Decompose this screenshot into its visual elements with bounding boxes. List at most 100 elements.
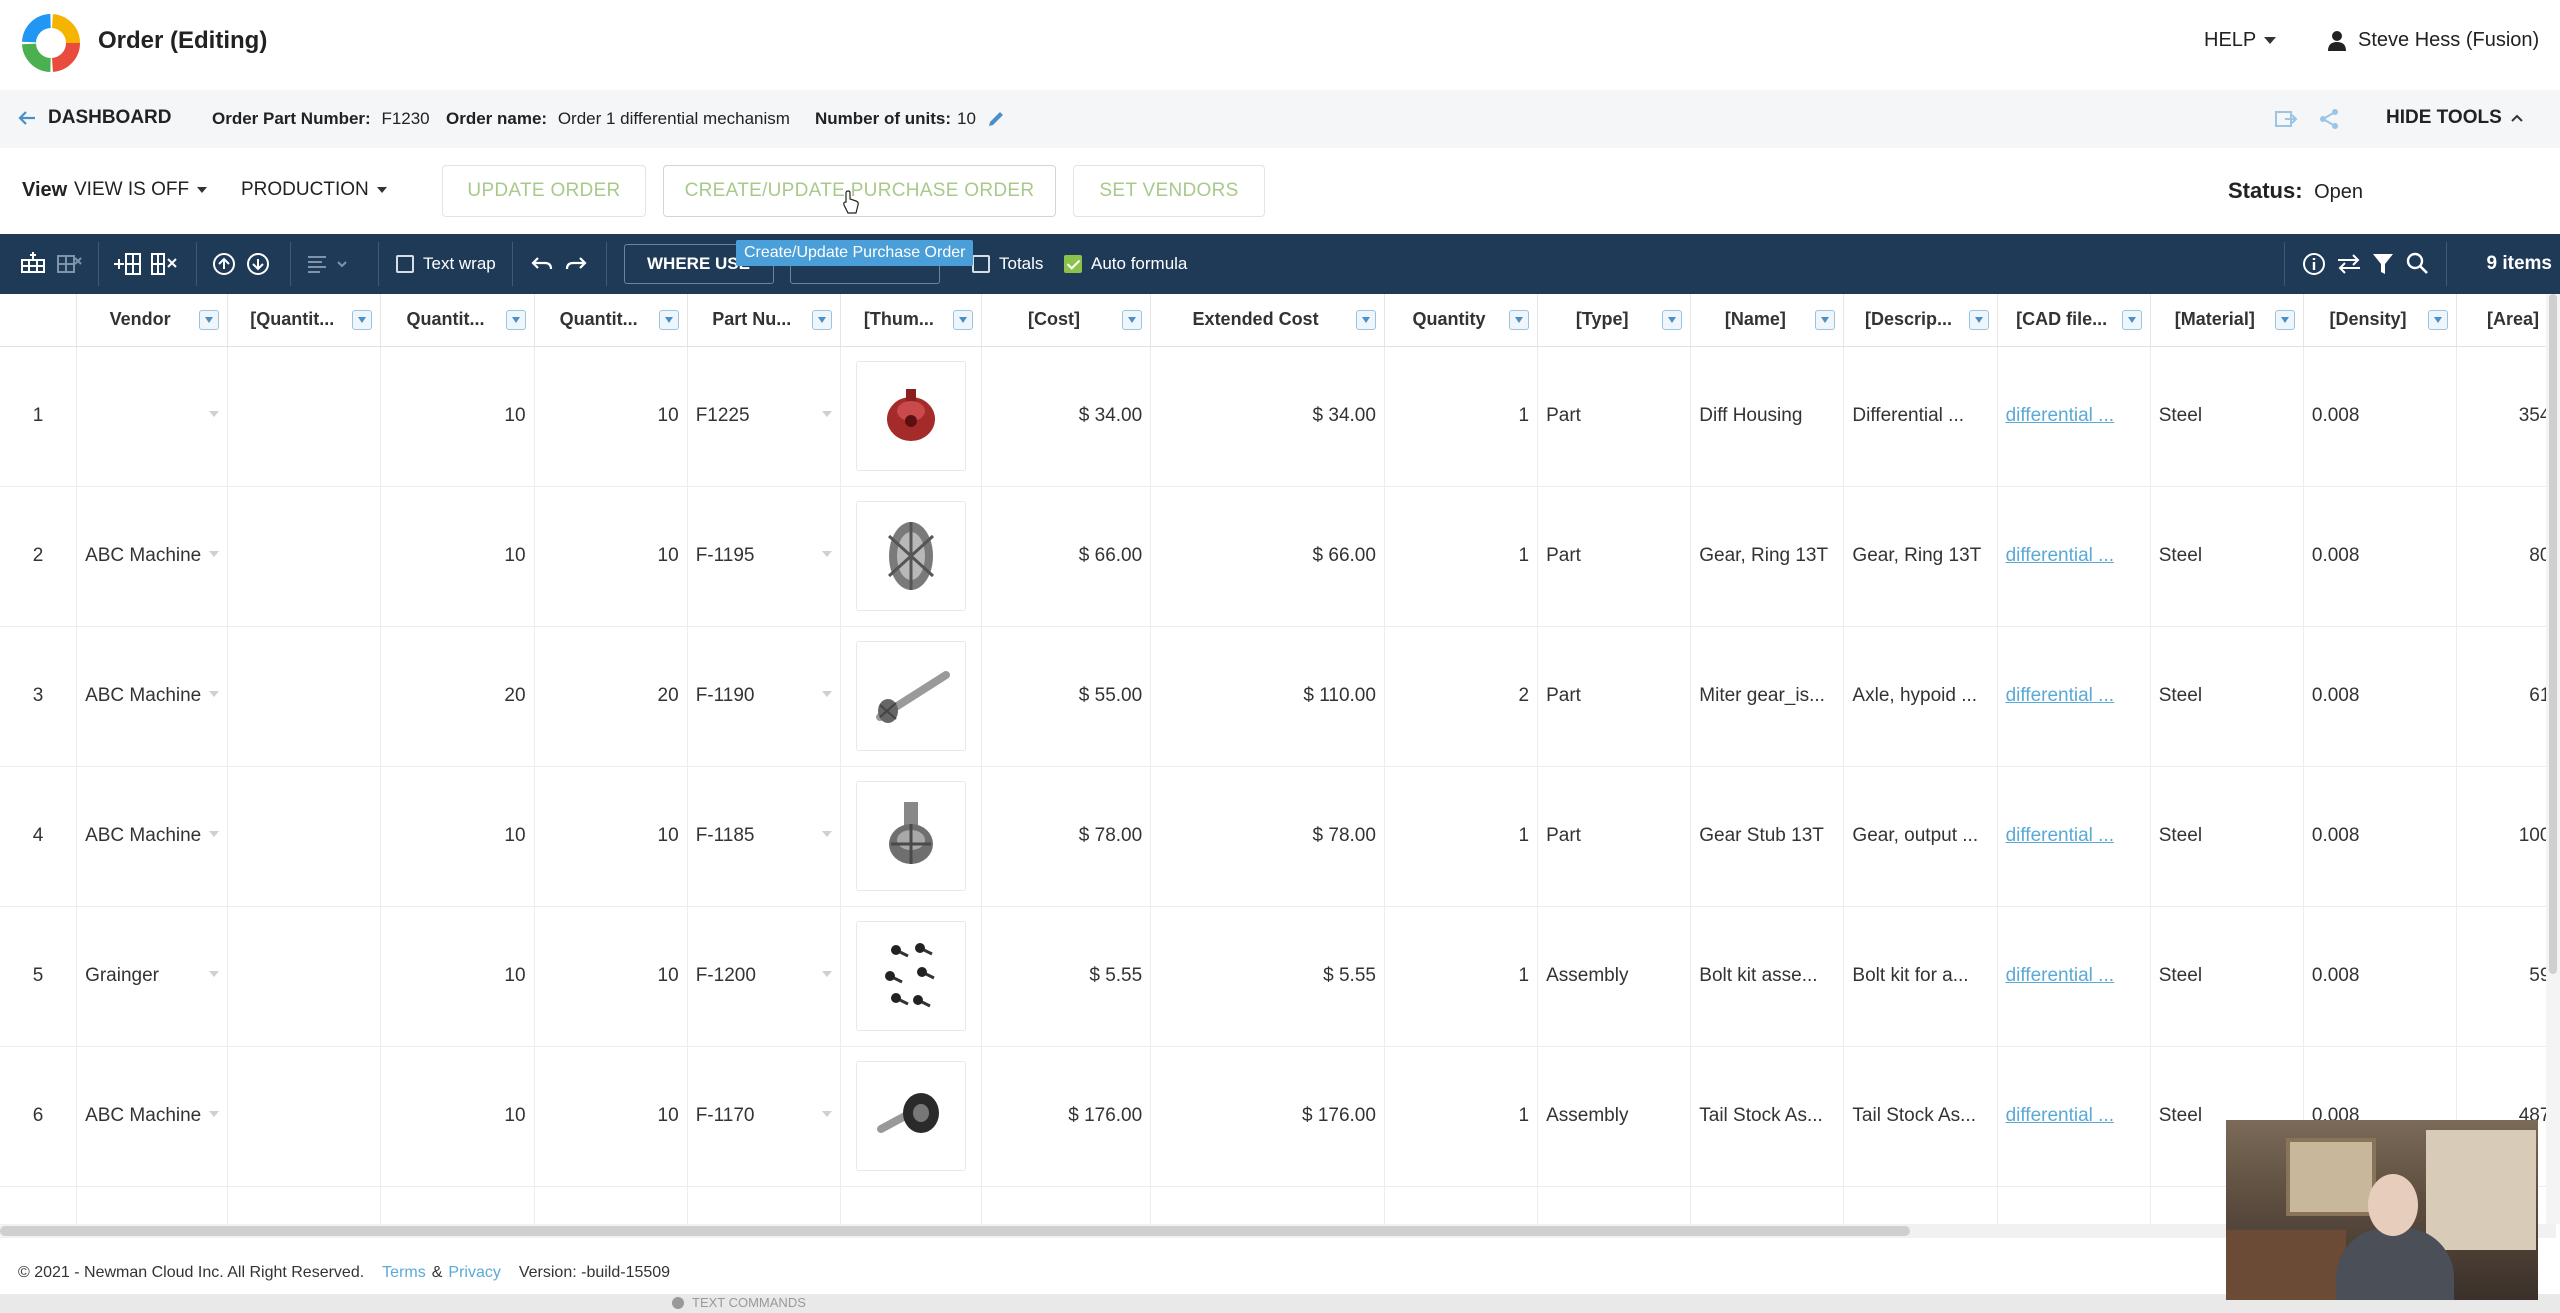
- move-up-icon[interactable]: [212, 252, 236, 276]
- quantity-cell[interactable]: 2: [1384, 626, 1539, 767]
- vendor-cell[interactable]: Grainger: [76, 906, 229, 1047]
- empty-cell[interactable]: [380, 1186, 535, 1224]
- quantity-cell[interactable]: 10: [534, 906, 688, 1047]
- table-row[interactable]: 6 ABC Machine 10 10 F-1170 $ 176.00 $ 176.00 1 A…: [0, 1046, 2556, 1187]
- cell-dropdown-icon[interactable]: [209, 690, 220, 697]
- filter-dropdown-icon[interactable]: [952, 310, 973, 330]
- set-vendors-button[interactable]: SET VENDORS: [1073, 165, 1265, 217]
- area-cell[interactable]: 1008: [2456, 766, 2556, 907]
- row-index[interactable]: 5: [0, 906, 78, 1047]
- area-cell[interactable]: 613: [2456, 626, 2556, 767]
- description-cell[interactable]: Differential ...: [1843, 346, 1998, 487]
- vendor-cell[interactable]: [76, 346, 229, 487]
- quantity-cell[interactable]: 1: [1384, 486, 1539, 627]
- cell-dropdown-icon[interactable]: [209, 410, 220, 417]
- part-number-cell[interactable]: F-1200: [687, 906, 841, 1047]
- name-cell[interactable]: Tail Stock As...: [1690, 1046, 1845, 1187]
- filter-dropdown-icon[interactable]: [2274, 310, 2295, 330]
- description-cell[interactable]: Gear, Ring 13T: [1843, 486, 1998, 627]
- column-header-thumbnail[interactable]: [Thum...: [840, 294, 982, 347]
- terms-link[interactable]: Terms: [382, 1264, 426, 1282]
- redo-icon[interactable]: [564, 254, 588, 274]
- vendor-cell[interactable]: ABC Machine: [76, 486, 229, 627]
- quantity-cell[interactable]: 10: [380, 766, 535, 907]
- empty-cell[interactable]: [840, 1186, 982, 1224]
- density-cell[interactable]: 0.008: [2303, 766, 2458, 907]
- description-cell[interactable]: Gear, output ...: [1843, 766, 1998, 907]
- filter-dropdown-icon[interactable]: [199, 310, 220, 330]
- row-index[interactable]: 6: [0, 1046, 78, 1187]
- type-cell[interactable]: Part: [1537, 346, 1692, 487]
- filter-dropdown-icon[interactable]: [352, 310, 373, 330]
- description-cell[interactable]: Tail Stock As...: [1843, 1046, 1998, 1187]
- vendor-cell[interactable]: ABC Machine: [76, 1046, 229, 1187]
- cell-dropdown-icon[interactable]: [821, 1110, 832, 1117]
- cad-file-cell[interactable]: differential ...: [1997, 906, 2151, 1047]
- user-menu[interactable]: Steve Hess (Fusion): [2328, 29, 2539, 52]
- app-logo-icon[interactable]: [20, 12, 82, 74]
- quantity-cell[interactable]: 10: [534, 346, 688, 487]
- name-cell[interactable]: Diff Housing: [1690, 346, 1845, 487]
- column-header-quantity-1[interactable]: [Quantit...: [227, 294, 382, 347]
- quantity-cell[interactable]: [227, 346, 382, 487]
- checkbox-checked[interactable]: [1064, 255, 1082, 273]
- quantity-cell[interactable]: 20: [534, 626, 688, 767]
- cell-dropdown-icon[interactable]: [821, 690, 832, 697]
- filter-dropdown-icon[interactable]: [1662, 310, 1683, 330]
- density-cell[interactable]: 0.008: [2303, 486, 2458, 627]
- quantity-cell[interactable]: 1: [1384, 1046, 1539, 1187]
- share-icon[interactable]: [2318, 108, 2340, 130]
- view-dropdown[interactable]: VIEW IS OFF: [74, 179, 208, 201]
- swap-icon[interactable]: [2336, 252, 2362, 276]
- column-header-quantity-3[interactable]: Quantit...: [534, 294, 688, 347]
- table-row[interactable]: [0, 1186, 2556, 1224]
- quantity-cell[interactable]: [227, 626, 382, 767]
- thumbnail-cell[interactable]: [840, 626, 982, 767]
- cost-cell[interactable]: $ 55.00: [981, 626, 1152, 767]
- quantity-cell[interactable]: [227, 486, 382, 627]
- quantity-cell[interactable]: 1: [1384, 906, 1539, 1047]
- quantity-cell[interactable]: 10: [380, 1046, 535, 1187]
- move-down-icon[interactable]: [246, 252, 270, 276]
- filter-dropdown-icon[interactable]: [1355, 310, 1376, 330]
- cost-cell[interactable]: $ 34.00: [981, 346, 1152, 487]
- cell-dropdown-icon[interactable]: [821, 410, 832, 417]
- name-cell[interactable]: Bolt kit asse...: [1690, 906, 1845, 1047]
- empty-cell[interactable]: [227, 1186, 382, 1224]
- column-header-density[interactable]: [Density]: [2303, 294, 2458, 347]
- material-cell[interactable]: Steel: [2150, 766, 2304, 907]
- cell-dropdown-icon[interactable]: [821, 830, 832, 837]
- thumbnail-cell[interactable]: [840, 1046, 982, 1187]
- empty-cell[interactable]: [1690, 1186, 1845, 1224]
- insert-column-icon[interactable]: [114, 252, 144, 276]
- part-number-cell[interactable]: F1225: [687, 346, 841, 487]
- table-row[interactable]: 1 10 10 F1225 $ 34.00 $ 34.00 1 Part Diff Housin…: [0, 346, 2556, 487]
- column-header-vendor[interactable]: Vendor: [76, 294, 229, 347]
- filter-dropdown-icon[interactable]: [505, 310, 526, 330]
- row-index[interactable]: 3: [0, 626, 78, 767]
- part-number-cell[interactable]: F-1170: [687, 1046, 841, 1187]
- part-number-cell[interactable]: F-1185: [687, 766, 841, 907]
- totals-toggle[interactable]: Totals: [972, 234, 1043, 294]
- help-menu[interactable]: HELP: [2204, 29, 2277, 52]
- density-cell[interactable]: 0.008: [2303, 346, 2458, 487]
- text-commands[interactable]: TEXT COMMANDS: [672, 1295, 806, 1310]
- cell-dropdown-icon[interactable]: [821, 550, 832, 557]
- delete-row-icon[interactable]: [56, 252, 82, 276]
- column-header-extended-cost[interactable]: Extended Cost: [1150, 294, 1385, 347]
- delete-column-icon[interactable]: [150, 252, 180, 276]
- update-order-button[interactable]: UPDATE ORDER: [442, 165, 646, 217]
- extended-cost-cell[interactable]: $ 110.00: [1150, 626, 1385, 767]
- dashboard-link[interactable]: DASHBOARD: [18, 107, 172, 129]
- quantity-cell[interactable]: [227, 766, 382, 907]
- thumbnail-cell[interactable]: [840, 486, 982, 627]
- cad-file-cell[interactable]: differential ...: [1997, 486, 2151, 627]
- align-text-icon[interactable]: [308, 254, 348, 274]
- cell-dropdown-icon[interactable]: [209, 830, 220, 837]
- part-number-cell[interactable]: F-1190: [687, 626, 841, 767]
- production-dropdown[interactable]: PRODUCTION: [241, 179, 387, 201]
- column-header-name[interactable]: [Name]: [1690, 294, 1845, 347]
- filter-dropdown-icon[interactable]: [1968, 310, 1989, 330]
- export-icon[interactable]: [2274, 108, 2298, 130]
- filter-dropdown-icon[interactable]: [2428, 310, 2449, 330]
